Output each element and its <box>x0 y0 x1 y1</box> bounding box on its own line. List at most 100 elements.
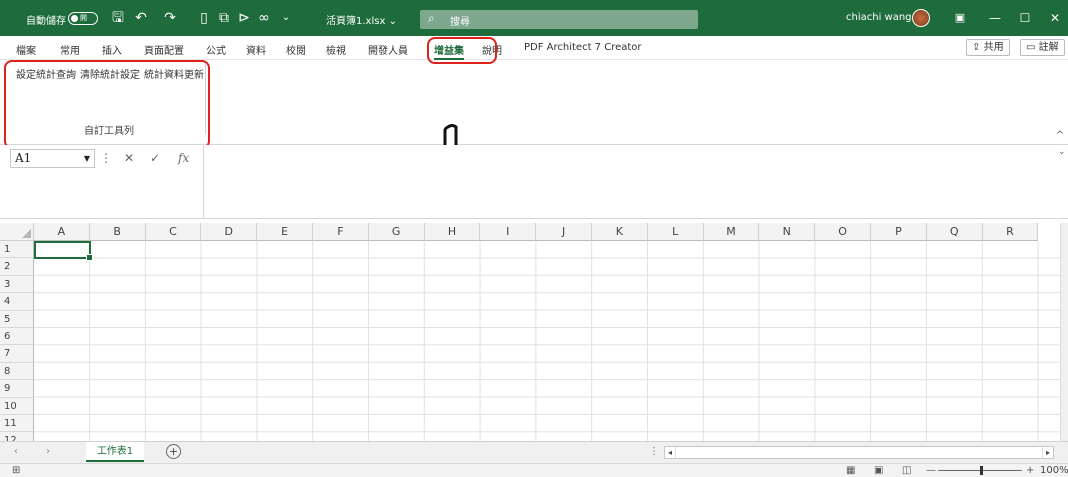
column-header-m[interactable]: M <box>703 223 760 241</box>
horizontal-scrollbar[interactable]: ◂ ▸ <box>664 446 1054 459</box>
save-icon[interactable]: 🖫 <box>110 10 126 26</box>
column-header-i[interactable]: I <box>480 223 537 241</box>
column-header-d[interactable]: D <box>201 223 258 241</box>
row-header-9[interactable]: 9 <box>0 380 34 398</box>
status-bar: ⊞ ▦ ▣ ◫ — + 100% <box>0 463 1068 477</box>
user-name[interactable]: chiachi wang <box>846 12 912 23</box>
tab-data[interactable]: 資料 <box>246 42 266 57</box>
column-header-k[interactable]: K <box>592 223 648 241</box>
new-file-icon[interactable]: ▯ <box>196 10 212 26</box>
formula-bar-dots: ⋮ <box>100 151 112 165</box>
formula-bar: A1 ▼ ⋮ ✕ ✓ fx ⌄ <box>0 145 1068 219</box>
row-header-2[interactable]: 2 <box>0 258 34 276</box>
name-box[interactable]: A1 ▼ <box>10 149 95 168</box>
row-header-12[interactable]: 12 <box>0 432 34 441</box>
add-sheet-button[interactable]: + <box>166 444 181 459</box>
row-header-1[interactable]: 1 <box>0 241 34 259</box>
share-icon: ⇪ <box>972 42 981 53</box>
column-header-a[interactable]: A <box>34 223 90 241</box>
minimize-button[interactable]: — <box>984 8 1006 28</box>
autosave-toggle[interactable]: 開 <box>68 12 98 25</box>
worksheet-grid[interactable]: ABCDEFGHIJKLMNOPQR 1 2 3 4 5 6 7 8 9 10 11 12 <box>0 219 1068 441</box>
column-header-r[interactable]: R <box>982 223 1039 241</box>
restore-button[interactable]: ☐ <box>1014 8 1036 28</box>
share-button[interactable]: ⇪ 共用 <box>966 39 1010 56</box>
column-header-l[interactable]: L <box>647 223 704 241</box>
addins-tab-highlight <box>427 37 497 64</box>
tab-pdf-architect[interactable]: PDF Architect 7 Creator <box>524 42 642 53</box>
column-header-o[interactable]: O <box>815 223 871 241</box>
column-header-h[interactable]: H <box>424 223 481 241</box>
file-name[interactable]: 活頁簿1.xlsx ⌄ <box>326 12 397 27</box>
close-button[interactable]: ✕ <box>1044 8 1066 28</box>
tab-review[interactable]: 校閱 <box>286 42 306 57</box>
tab-home[interactable]: 常用 <box>60 42 80 57</box>
cell-area[interactable] <box>34 241 1068 441</box>
zoom-slider-thumb[interactable] <box>980 466 983 475</box>
search-box[interactable]: ⌕ 搜尋 <box>420 10 698 29</box>
ribbon-display-icon[interactable]: ▣ <box>952 10 968 26</box>
tab-page-layout[interactable]: 頁面配置 <box>144 42 184 57</box>
chevron-down-icon: ▼ <box>83 154 90 163</box>
search-icon: ⌕ <box>428 11 435 25</box>
enter-icon[interactable]: ✓ <box>150 151 160 165</box>
column-header-c[interactable]: C <box>145 223 202 241</box>
row-header-5[interactable]: 5 <box>0 310 34 328</box>
open-icon[interactable]: ⊳ <box>236 10 252 26</box>
scroll-left-icon[interactable]: ◂ <box>665 447 676 458</box>
tab-formulas[interactable]: 公式 <box>206 42 226 57</box>
scroll-right-icon[interactable]: ▸ <box>1042 447 1053 458</box>
column-header-b[interactable]: B <box>89 223 146 241</box>
undo-icon[interactable]: ↶ <box>133 10 149 26</box>
sheet-tab-1[interactable]: 工作表1 <box>86 442 144 462</box>
column-header-n[interactable]: N <box>759 223 816 241</box>
sheet-prev-button[interactable]: ‹ <box>14 446 18 457</box>
row-header-10[interactable]: 10 <box>0 397 34 415</box>
zoom-in-button[interactable]: + <box>1026 464 1034 477</box>
tab-developer[interactable]: 開發人員 <box>368 42 408 57</box>
normal-view-icon[interactable]: ▦ <box>846 464 855 477</box>
column-header-j[interactable]: J <box>536 223 592 241</box>
column-header-e[interactable]: E <box>257 223 313 241</box>
insert-function-icon[interactable]: fx <box>178 151 189 165</box>
avatar[interactable] <box>912 9 930 27</box>
page-layout-icon[interactable]: ▣ <box>874 464 883 477</box>
formula-input[interactable] <box>203 145 1068 219</box>
sheet-bar-dots[interactable]: ⋮ <box>649 446 659 457</box>
sheet-tab-bar: ‹ › 工作表1 + ⋮ ◂ ▸ <box>0 441 1068 463</box>
vertical-scrollbar[interactable] <box>1060 223 1068 441</box>
row-header-3[interactable]: 3 <box>0 275 34 294</box>
sheet-next-button[interactable]: › <box>46 446 50 457</box>
zoom-out-button[interactable]: — <box>926 464 936 477</box>
macro-record-icon[interactable]: ⊞ <box>12 464 20 477</box>
collapse-ribbon-icon[interactable]: ^ <box>1056 130 1064 141</box>
copy-icon[interactable]: ⧉ <box>216 10 232 26</box>
autosave-label: 自動儲存 <box>26 16 66 27</box>
title-bar: 自動儲存 開 🖫 ↶ ↷ ▯ ⧉ ⊳ ∞ ⌄ 活頁簿1.xlsx ⌄ ⌕ 搜尋 … <box>0 0 1068 36</box>
comments-button[interactable]: ▭ 註解 <box>1020 39 1065 56</box>
page-break-icon[interactable]: ◫ <box>902 464 911 477</box>
column-header-g[interactable]: G <box>368 223 425 241</box>
comment-icon: ▭ <box>1026 42 1036 53</box>
select-all-button[interactable] <box>0 223 34 241</box>
row-header-8[interactable]: 8 <box>0 362 34 381</box>
row-header-7[interactable]: 7 <box>0 345 34 363</box>
row-header-11[interactable]: 11 <box>0 415 34 433</box>
expand-formula-bar-icon[interactable]: ⌄ <box>1058 147 1066 157</box>
link-icon[interactable]: ∞ <box>256 10 272 26</box>
selected-cell-a1[interactable] <box>34 241 93 261</box>
row-header-4[interactable]: 4 <box>0 293 34 311</box>
excel-window: 自動儲存 開 🖫 ↶ ↷ ▯ ⧉ ⊳ ∞ ⌄ 活頁簿1.xlsx ⌄ ⌕ 搜尋 … <box>0 0 1068 477</box>
tab-file[interactable]: 檔案 <box>16 42 36 57</box>
tab-insert[interactable]: 插入 <box>102 42 122 57</box>
customize-toolbar-icon[interactable]: ⌄ <box>278 10 294 26</box>
custom-toolbar-highlight <box>4 60 210 149</box>
tab-view[interactable]: 檢視 <box>326 42 346 57</box>
column-header-f[interactable]: F <box>313 223 369 241</box>
redo-icon[interactable]: ↷ <box>162 10 178 26</box>
cancel-icon[interactable]: ✕ <box>124 151 134 165</box>
row-header-6[interactable]: 6 <box>0 328 34 346</box>
zoom-level[interactable]: 100% <box>1040 464 1068 477</box>
column-header-p[interactable]: P <box>871 223 927 241</box>
column-header-q[interactable]: Q <box>926 223 983 241</box>
